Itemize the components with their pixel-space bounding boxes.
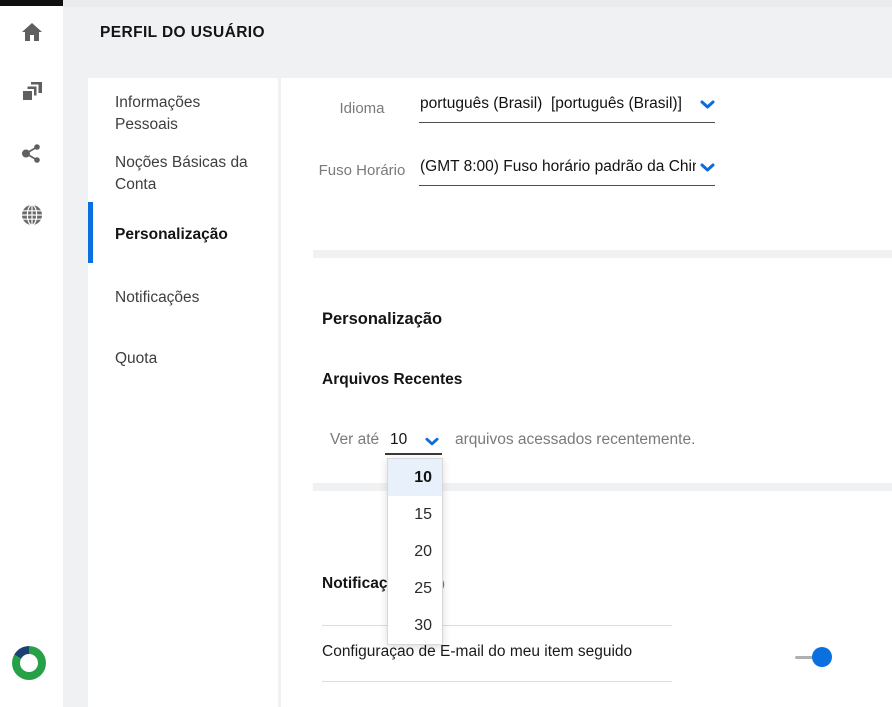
content-panel: Idioma português (Brasil) [português (Br…: [281, 78, 892, 707]
dropdown-option-20[interactable]: 20: [388, 533, 442, 570]
email-setting-label: Configuraçao de E-mail do meu item segui…: [322, 643, 633, 660]
nav-item-quota[interactable]: Quota: [115, 348, 257, 370]
dropdown-option-25[interactable]: 25: [388, 570, 442, 607]
home-icon[interactable]: [20, 20, 43, 43]
email-notification-toggle[interactable]: [795, 646, 835, 668]
active-nav-indicator: [88, 202, 93, 263]
language-value: português (Brasil) [português (Brasil)]: [420, 95, 682, 112]
dropdown-option-15[interactable]: 15: [388, 496, 442, 533]
timezone-select[interactable]: (GMT 8:00) Fuso horário padrão da Chin: [419, 156, 715, 186]
language-label: Idioma: [339, 100, 385, 117]
share-icon[interactable]: [20, 142, 43, 165]
files-icon[interactable]: [20, 80, 43, 103]
profile-nav-panel: Informações Pessoais Noções Básicas da C…: [88, 78, 278, 707]
recent-count-value: 10: [390, 431, 408, 448]
globe-icon[interactable]: [20, 203, 43, 226]
chevron-down-icon: [700, 160, 715, 178]
timezone-value: (GMT 8:00) Fuso horário padrão da Chin: [420, 158, 696, 175]
brand-ring-logo[interactable]: [12, 646, 46, 680]
rail-top-bar: [0, 0, 63, 6]
personalization-heading: Personalização: [322, 310, 443, 328]
recent-files-heading: Arquivos Recentes: [322, 371, 463, 388]
left-icon-rail: [0, 0, 63, 707]
recent-count-dropdown: 10 15 20 25 30: [387, 458, 443, 645]
recent-files-suffix-label: arquivos acessados recentemente.: [455, 431, 696, 448]
top-strip: [63, 0, 892, 7]
timezone-label: Fuso Horário: [318, 162, 406, 179]
dropdown-option-30[interactable]: 30: [388, 607, 442, 644]
user-profile-screen: PERFIL DO USUÁRIO Informações Pessoais N…: [0, 0, 892, 707]
nav-item-nocoes-basicas[interactable]: Noções Básicas da Conta: [115, 152, 257, 196]
chevron-down-icon: [425, 434, 439, 452]
language-select[interactable]: português (Brasil) [português (Brasil)]: [419, 93, 715, 123]
row-divider: [322, 681, 672, 682]
nav-item-notificacoes[interactable]: Notificações: [115, 287, 257, 309]
view-up-to-label: Ver até: [330, 431, 380, 448]
chevron-down-icon: [700, 97, 715, 115]
toggle-knob: [812, 647, 832, 667]
recent-count-select[interactable]: 10: [385, 428, 442, 455]
dropdown-option-10[interactable]: 10: [388, 459, 442, 496]
nav-item-personalizacao[interactable]: Personalização: [115, 224, 257, 246]
page-title: PERFIL DO USUÁRIO: [100, 24, 265, 41]
nav-item-informacoes-pessoais[interactable]: Informações Pessoais: [115, 92, 257, 136]
section-divider-band: [313, 250, 892, 258]
row-divider: [322, 625, 672, 626]
